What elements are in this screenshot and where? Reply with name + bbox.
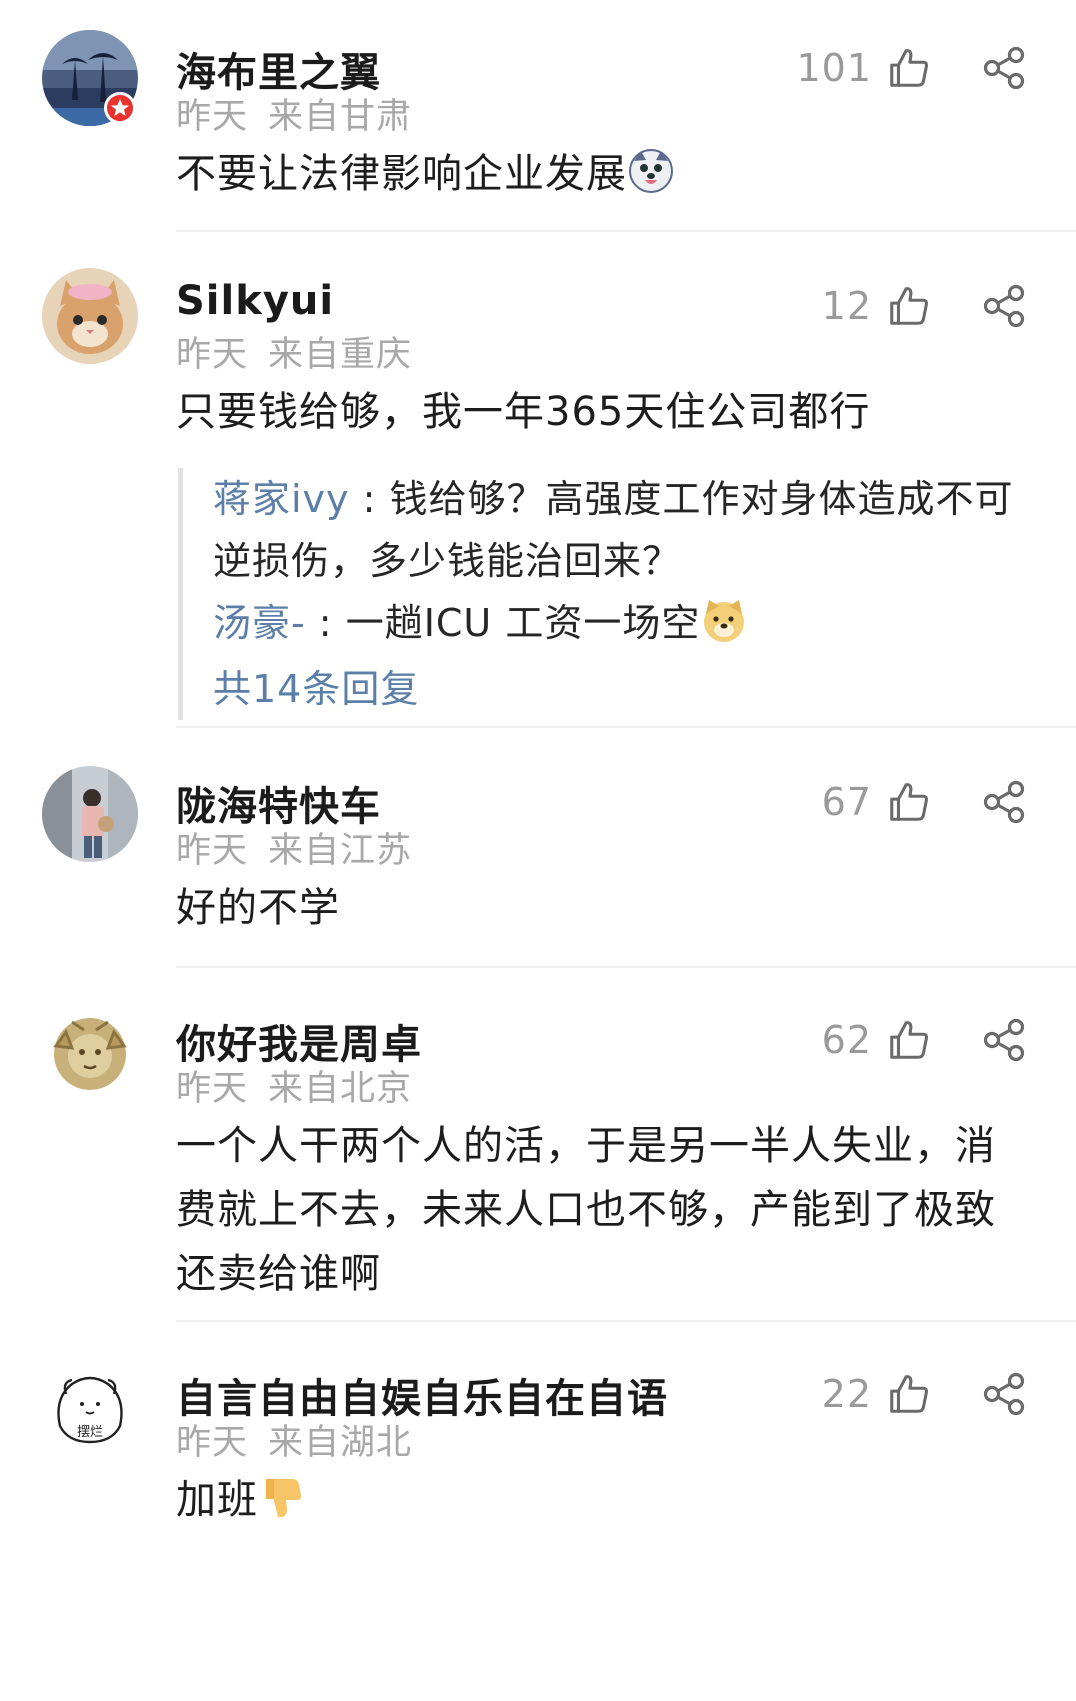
comment-actions: 62 (822, 1010, 1028, 1070)
reply-item: 汤豪- : 一趟ICU 工资一场空 (213, 592, 1028, 654)
avatar[interactable] (42, 1006, 138, 1102)
like-count: 62 (821, 1018, 872, 1062)
reply-username[interactable]: 蒋家ivy (213, 477, 350, 521)
divider (176, 726, 1076, 728)
avatar-caption: 摆烂 (77, 1425, 103, 1440)
comment-text: 只要钱给够，我一年365天住公司都行 (176, 389, 871, 435)
username[interactable]: Silkyui (176, 278, 334, 324)
reply-separator: : (305, 601, 346, 645)
comment-location: 来自江苏 (268, 831, 413, 871)
comment-time: 昨天 (176, 335, 249, 375)
comment-time: 昨天 (176, 1069, 249, 1109)
comment-location: 来自甘肃 (268, 97, 413, 137)
avatar[interactable]: 摆烂 (42, 1364, 138, 1460)
comment-location: 来自重庆 (268, 335, 413, 375)
comment-text: 好的不学 (176, 885, 340, 931)
share-icon[interactable] (980, 1016, 1028, 1064)
share-icon[interactable] (980, 44, 1028, 92)
reply-item: 蒋家ivy : 钱给够？高强度工作对身体造成不可逆损伤，多少钱能治回来？ (213, 468, 1028, 592)
avatar[interactable] (42, 268, 138, 364)
verified-badge-icon (104, 92, 136, 124)
thumb-up-icon[interactable] (886, 779, 932, 825)
comment-actions: 67 (822, 772, 1028, 832)
reply-separator: : (349, 477, 390, 521)
comment-text: 不要让法律影响企业发展 (176, 142, 1016, 206)
comment-body: 不要让法律影响企业发展 (176, 151, 627, 197)
doge-emoji (704, 600, 745, 642)
divider (176, 230, 1076, 232)
like-count: 67 (821, 780, 872, 824)
comment-feed: 海布里之翼 昨天 来自甘肃 101 不要让法律影响企业发展 Silkyui 昨天… (0, 0, 1076, 1701)
thumb-up-icon[interactable] (886, 283, 932, 329)
reply-text: 一趟ICU 工资一场空 (345, 601, 701, 645)
thumbs-down-emoji (266, 1479, 302, 1517)
comment-meta: 昨天 来自重庆 (176, 326, 412, 377)
more-replies-link[interactable]: 共14条回复 (213, 658, 1028, 720)
comment-meta: 昨天 来自甘肃 (176, 88, 412, 139)
comment-meta: 昨天 来自湖北 (176, 1414, 412, 1465)
comment-location: 来自湖北 (268, 1423, 413, 1463)
thumb-up-icon[interactable] (886, 1017, 932, 1063)
reply-username[interactable]: 汤豪- (213, 601, 306, 645)
comment-meta: 昨天 来自北京 (176, 1060, 412, 1111)
avatar[interactable] (42, 766, 138, 862)
comment-body: 加班 (176, 1477, 258, 1523)
share-icon[interactable] (980, 282, 1028, 330)
thumb-up-icon[interactable] (886, 1371, 932, 1417)
like-count: 12 (821, 284, 872, 328)
divider (176, 1320, 1076, 1322)
share-icon[interactable] (980, 1370, 1028, 1418)
comment-text: 一个人干两个人的活，于是另一半人失业，消费就上不去，未来人口也不够，产能到了极致… (176, 1123, 996, 1297)
comment-actions: 12 (822, 276, 1028, 336)
reply-preview[interactable]: 蒋家ivy : 钱给够？高强度工作对身体造成不可逆损伤，多少钱能治回来？ 汤豪-… (178, 468, 1028, 720)
divider (176, 966, 1076, 968)
comment-meta: 昨天 来自江苏 (176, 822, 412, 873)
dog-face-emoji (629, 149, 673, 193)
comment-location: 来自北京 (268, 1069, 413, 1109)
comment-actions: 101 (796, 38, 1028, 98)
comment-time: 昨天 (176, 1423, 249, 1463)
like-count: 101 (796, 46, 872, 90)
thumb-up-icon[interactable] (886, 45, 932, 91)
comment-time: 昨天 (176, 831, 249, 871)
like-count: 22 (821, 1372, 872, 1416)
comment-time: 昨天 (176, 97, 249, 137)
comment-text: 加班 (176, 1468, 1016, 1532)
share-icon[interactable] (980, 778, 1028, 826)
comment-actions: 22 (822, 1364, 1028, 1424)
